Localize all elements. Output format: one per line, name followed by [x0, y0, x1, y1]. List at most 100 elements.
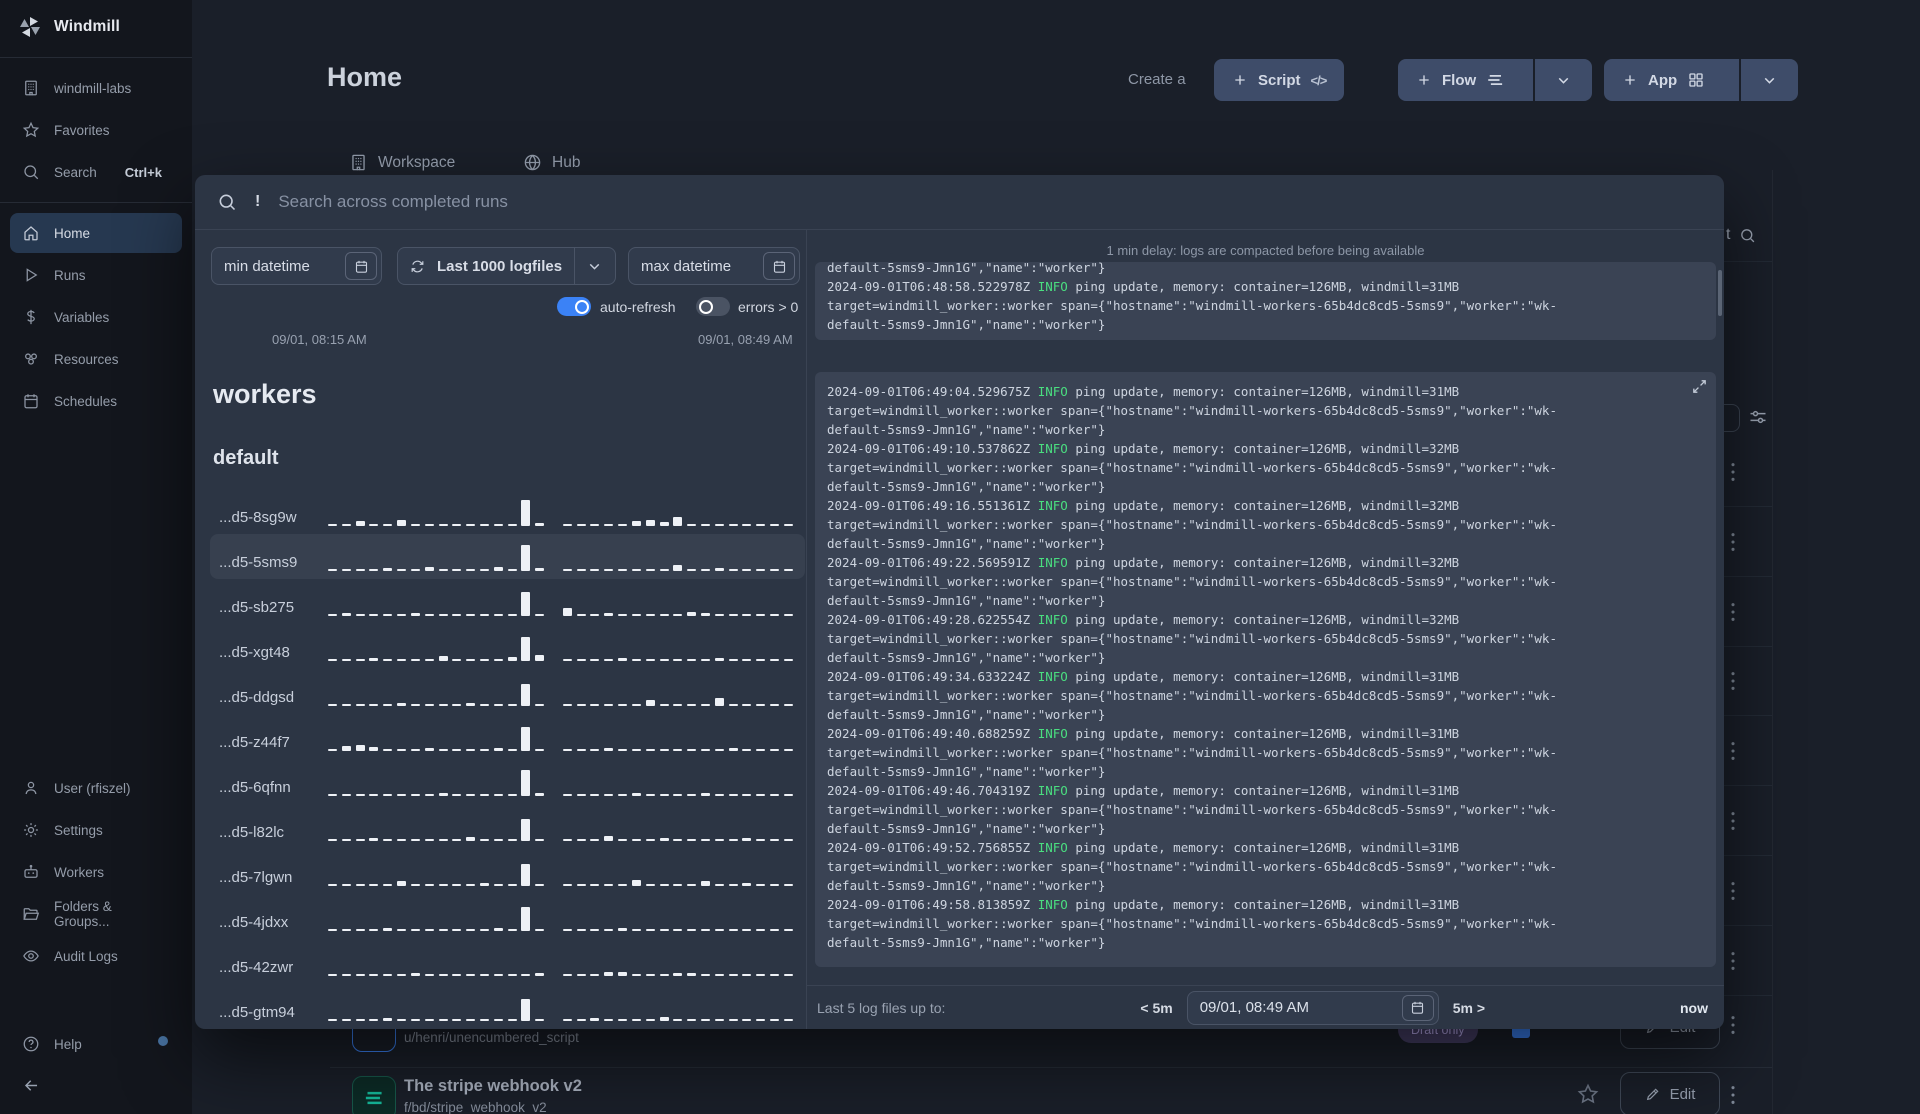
worker-row-d5-xgt48[interactable]: ...d5-xgt48	[210, 624, 805, 669]
worker-row-d5-l82lc[interactable]: ...d5-l82lc	[210, 804, 805, 849]
create-flow-button[interactable]: Flow	[1398, 59, 1533, 101]
auto-refresh-label: auto-refresh	[600, 299, 676, 315]
sidebar-item-workers[interactable]: Workers	[10, 852, 182, 892]
activity-bar	[604, 569, 614, 571]
logfiles-select[interactable]: Last 1000 logfiles	[397, 247, 616, 285]
favorite-star-icon[interactable]	[1576, 1082, 1600, 1111]
sidebar-item-runs[interactable]: Runs	[10, 255, 182, 295]
create-app-button[interactable]: App	[1604, 59, 1739, 101]
activity-bar	[535, 568, 545, 571]
calendar-icon	[22, 392, 40, 410]
activity-bar	[590, 569, 600, 571]
sidebar-item-variables[interactable]: Variables	[10, 297, 182, 337]
sidebar-item-user-rfiszel[interactable]: User (rfiszel)	[10, 768, 182, 808]
back-5m-button[interactable]: < 5m	[1140, 1000, 1172, 1016]
kebab-menu-icon[interactable]	[1722, 878, 1746, 904]
activity-bar	[618, 884, 628, 886]
collapse-sidebar-button[interactable]	[0, 1066, 192, 1104]
min-datetime-input[interactable]: min datetime	[211, 247, 382, 285]
sidebar-item-windmill-labs[interactable]: windmill-labs	[10, 68, 182, 108]
search-icon[interactable]	[1739, 227, 1756, 244]
create-script-button[interactable]: Script </>	[1214, 59, 1345, 101]
filter-sliders-icon[interactable]	[1748, 407, 1768, 432]
activity-bar	[369, 974, 379, 976]
log-block-previous[interactable]: default-5sms9-Jmn1G","name":"worker"} 202…	[815, 262, 1716, 340]
worker-row-d5-sb275[interactable]: ...d5-sb275	[210, 579, 805, 624]
sidebar-item-search[interactable]: Search Ctrl+k	[10, 152, 182, 192]
sidebar-item-folders-groups[interactable]: Folders & Groups...	[10, 894, 182, 934]
sidebar-item-audit-logs[interactable]: Audit Logs	[10, 936, 182, 976]
app-dropdown-button[interactable]	[1741, 59, 1798, 101]
sidebar-item-label: Favorites	[54, 122, 110, 138]
worker-row-d5-8sg9w[interactable]: ...d5-8sg9w	[210, 489, 805, 534]
log-level: INFO	[1037, 612, 1068, 627]
edit-button[interactable]: Edit	[1620, 1072, 1720, 1114]
activity-bar	[604, 836, 614, 841]
tab-hub[interactable]: Hub	[523, 153, 580, 172]
worker-row-d5-5sms9[interactable]: ...d5-5sms9	[210, 534, 805, 579]
calendar-icon[interactable]	[345, 252, 377, 280]
worker-row-d5-gtm94[interactable]: ...d5-gtm94	[210, 984, 805, 1029]
max-datetime-input[interactable]: max datetime	[628, 247, 800, 285]
activity-bar	[770, 839, 779, 841]
kebab-menu-icon[interactable]	[1722, 1082, 1746, 1108]
activity-bar	[562, 659, 572, 661]
kebab-menu-icon[interactable]	[1722, 948, 1746, 974]
sidebar-item-schedules[interactable]: Schedules	[10, 381, 182, 421]
activity-bar	[770, 929, 779, 931]
scrollbar-thumb[interactable]	[1718, 270, 1722, 316]
sidebar: Windmill windmill-labs Favorites Search Ctr…	[0, 0, 192, 1114]
refresh-icon	[410, 259, 425, 274]
calendar-icon[interactable]	[763, 252, 795, 280]
flow-dropdown-button[interactable]	[1535, 59, 1592, 101]
kebab-menu-icon[interactable]	[1722, 808, 1746, 834]
worker-row-d5-42zwr[interactable]: ...d5-42zwr	[210, 939, 805, 984]
sidebar-item-help[interactable]: Help	[10, 1024, 182, 1064]
worker-row-d5-7lgwn[interactable]: ...d5-7lgwn	[210, 849, 805, 894]
sidebar-item-settings[interactable]: Settings	[10, 810, 182, 850]
worker-row-d5-z44f7[interactable]: ...d5-z44f7	[210, 714, 805, 759]
sidebar-item-home[interactable]: Home	[10, 213, 182, 253]
activity-bar	[618, 569, 628, 571]
brand[interactable]: Windmill	[0, 0, 192, 53]
kebab-menu-icon[interactable]	[1722, 599, 1746, 625]
play-icon	[22, 266, 40, 284]
list-right-border	[1772, 170, 1773, 1114]
kebab-menu-icon[interactable]	[1722, 529, 1746, 555]
kebab-menu-icon[interactable]	[1722, 738, 1746, 764]
activity-bar	[479, 839, 489, 841]
expand-icon[interactable]	[1691, 378, 1708, 400]
tab-workspace[interactable]: Workspace	[349, 153, 455, 172]
activity-bar	[328, 569, 337, 571]
kebab-menu-icon[interactable]	[1722, 668, 1746, 694]
activity-bar	[521, 727, 531, 751]
activity-bar	[562, 1019, 572, 1021]
log-entry: 2024-09-01T06:49:22.569591Z INFO ping up…	[827, 555, 1557, 608]
activity-bar	[424, 524, 434, 526]
auto-refresh-toggle[interactable]	[557, 297, 591, 316]
log-block-current[interactable]: 2024-09-01T06:49:04.529675Z INFO ping up…	[815, 372, 1716, 967]
footer-datetime-input[interactable]: 09/01, 08:49 AM	[1186, 990, 1439, 1025]
worker-row-d5-6qfnn[interactable]: ...d5-6qfnn	[210, 759, 805, 804]
activity-bar	[355, 745, 365, 751]
errors-toggle[interactable]	[696, 297, 730, 316]
activity-bar	[756, 929, 766, 931]
worker-name: ...d5-6qfnn	[219, 779, 291, 796]
activity-bar	[493, 794, 503, 796]
now-button[interactable]: now	[1680, 1000, 1708, 1016]
activity-bar	[714, 749, 724, 751]
sidebar-item-resources[interactable]: Resources	[10, 339, 182, 379]
sidebar-item-favorites[interactable]: Favorites	[10, 110, 182, 150]
activity-bar	[728, 524, 738, 526]
activity-bar	[783, 659, 793, 661]
calendar-icon[interactable]	[1401, 994, 1434, 1021]
worker-row-d5-4jdxx[interactable]: ...d5-4jdxx	[210, 894, 805, 939]
activity-bar	[700, 839, 710, 841]
kebab-menu-icon[interactable]	[1722, 1012, 1746, 1038]
workers-title: workers	[213, 379, 317, 409]
runs-search-input[interactable]	[278, 192, 1702, 212]
worker-row-d5-ddgsd[interactable]: ...d5-ddgsd	[210, 669, 805, 714]
forward-5m-button[interactable]: 5m >	[1453, 1000, 1485, 1016]
chevron-down-icon[interactable]	[575, 258, 615, 275]
kebab-menu-icon[interactable]	[1722, 459, 1746, 485]
